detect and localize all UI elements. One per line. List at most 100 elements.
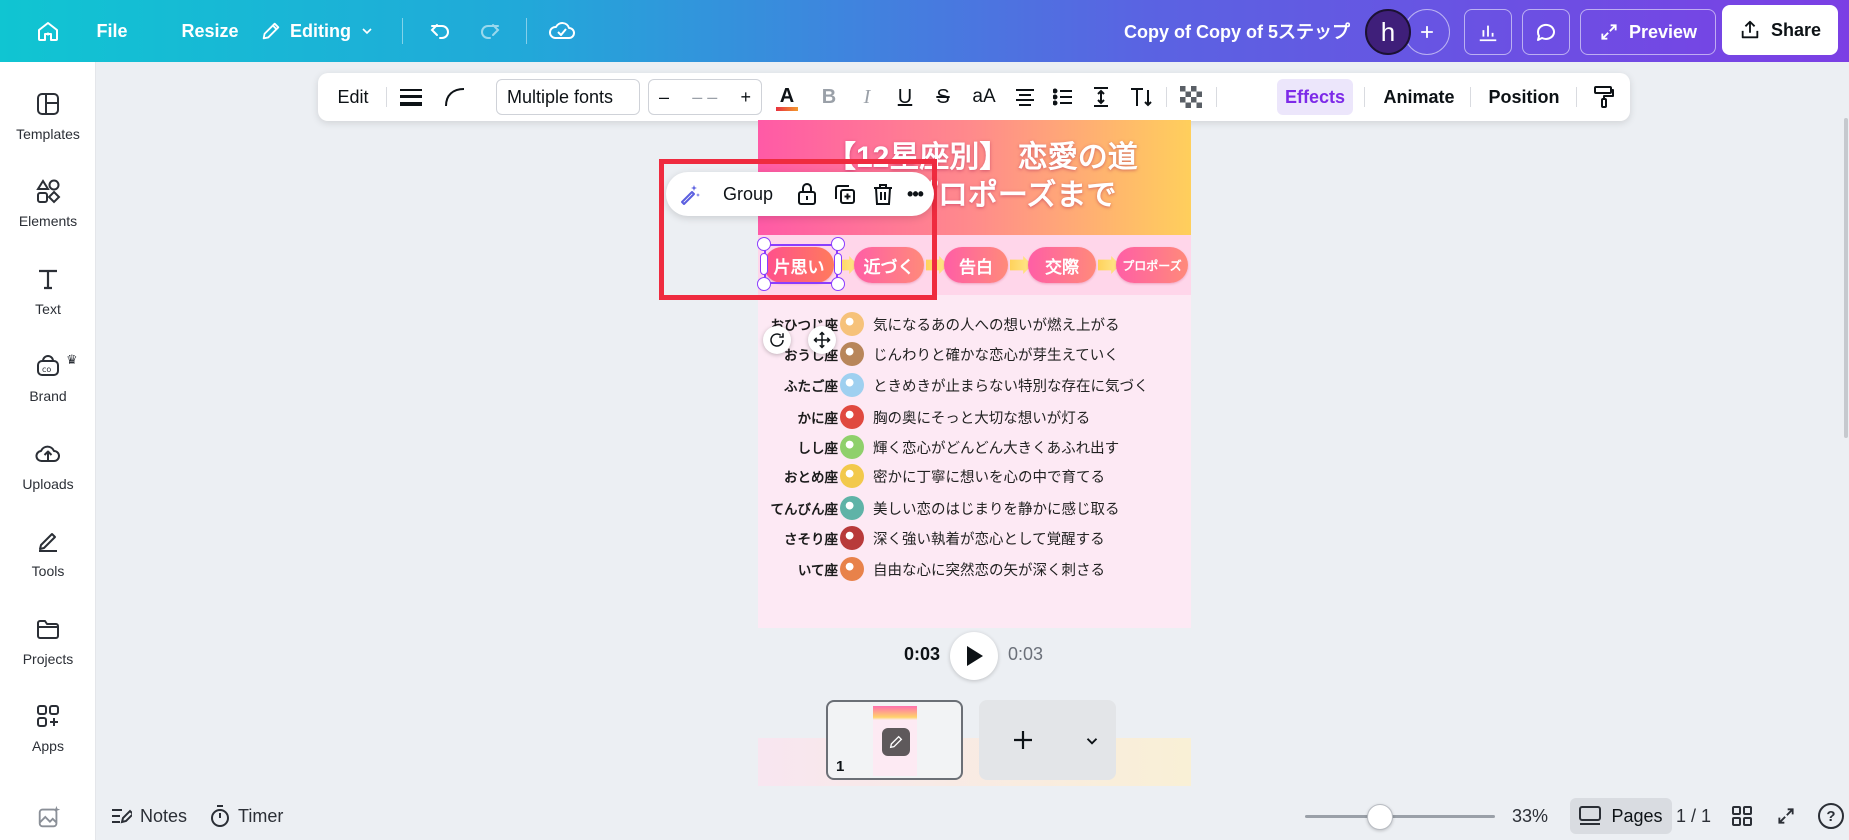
comments-button[interactable] xyxy=(1522,9,1570,55)
letter-case-button[interactable]: aA xyxy=(964,73,1004,121)
sidebar-item-tools[interactable]: Tools xyxy=(0,527,96,599)
resize-handle[interactable] xyxy=(757,237,771,251)
file-menu-button[interactable]: File xyxy=(84,11,140,51)
sidebar-item-templates[interactable]: Templates xyxy=(0,90,96,162)
canvas-scrollbar[interactable] xyxy=(1844,118,1848,438)
zoom-value[interactable]: 33% xyxy=(1512,800,1548,832)
timer-button[interactable]: Timer xyxy=(210,800,283,832)
resize-handle[interactable] xyxy=(831,237,845,251)
selection-box[interactable] xyxy=(764,244,838,284)
bold-button[interactable]: B xyxy=(812,73,846,121)
copy-style-button[interactable] xyxy=(1586,73,1622,121)
spacing-button[interactable] xyxy=(1084,73,1118,121)
edit-page-button[interactable] xyxy=(882,728,910,756)
zodiac-row[interactable]: ふたご座 ときめきが止まらない特別な存在に気づく xyxy=(758,371,1191,401)
transparency-button[interactable] xyxy=(1174,73,1208,121)
zodiac-sign-label[interactable]: かに座 xyxy=(758,407,839,427)
sidebar-item-projects[interactable]: Projects xyxy=(0,615,96,687)
chevron-down-icon[interactable] xyxy=(1083,732,1101,750)
side-handle[interactable] xyxy=(834,253,842,275)
zoom-slider-track[interactable] xyxy=(1305,815,1495,818)
zodiac-sign-label[interactable]: いて座 xyxy=(758,559,838,579)
zodiac-sign-label[interactable]: おとめ座 xyxy=(758,466,838,486)
redo-button[interactable] xyxy=(474,11,506,51)
avatar[interactable]: h xyxy=(1365,9,1411,55)
fullscreen-button[interactable] xyxy=(1776,800,1796,832)
zodiac-description[interactable]: 密かに丁寧に想いを心の中で育てる xyxy=(873,466,1105,487)
font-family-select[interactable]: Multiple fonts xyxy=(496,79,640,115)
sidebar-item-elements[interactable]: Elements xyxy=(0,177,96,249)
editing-mode-button[interactable]: Editing xyxy=(250,11,385,51)
sidebar-item-brand[interactable]: co Brand ♛ xyxy=(0,352,96,424)
duplicate-button[interactable] xyxy=(828,172,862,216)
line-weight-button[interactable] xyxy=(394,73,428,121)
notes-button[interactable]: Notes xyxy=(110,800,187,832)
page-thumbnail[interactable]: 1 xyxy=(826,700,963,780)
position-button[interactable]: Position xyxy=(1478,73,1570,121)
zodiac-row[interactable]: しし座 輝く恋心がどんどん大きくあふれ出す xyxy=(758,433,1191,463)
font-size-increase-button[interactable]: + xyxy=(740,87,751,108)
vertical-text-button[interactable] xyxy=(1124,73,1158,121)
zodiac-description[interactable]: 気になるあの人への想いが燃え上がる xyxy=(873,314,1120,335)
rotate-handle[interactable] xyxy=(763,326,791,354)
corner-rounding-button[interactable] xyxy=(438,73,472,121)
list-button[interactable] xyxy=(1046,73,1080,121)
zodiac-row[interactable]: かに座 胸の奥にそっと大切な想いが灯る xyxy=(758,403,1191,433)
font-size-value[interactable]: – – xyxy=(692,87,717,108)
text-color-button[interactable]: A xyxy=(770,73,804,121)
step-badge[interactable]: プロポーズ xyxy=(1116,247,1188,283)
zodiac-sign-label[interactable]: ふたご座 xyxy=(758,375,838,395)
zoom-slider-handle[interactable] xyxy=(1367,804,1393,830)
zodiac-description[interactable]: 美しい恋のはじまりを静かに感じ取る xyxy=(873,498,1120,519)
zodiac-row[interactable]: いて座 自由な心に突然恋の矢が深く刺さる xyxy=(758,555,1191,585)
save-status-button[interactable] xyxy=(544,11,580,51)
effects-button[interactable]: Effects xyxy=(1277,79,1353,115)
animate-button[interactable]: Animate xyxy=(1374,73,1464,121)
zodiac-row[interactable]: さそり座 深く強い執着が恋心として覚醒する xyxy=(758,524,1191,554)
step-badge[interactable]: 交際 xyxy=(1028,247,1096,283)
delete-button[interactable] xyxy=(866,172,900,216)
resize-handle[interactable] xyxy=(757,277,771,291)
resize-button[interactable]: Resize xyxy=(160,11,260,51)
italic-button[interactable]: I xyxy=(850,73,884,121)
undo-button[interactable] xyxy=(424,11,456,51)
zodiac-sign-label[interactable]: さそり座 xyxy=(758,528,838,548)
sidebar-item-text[interactable]: Text xyxy=(0,265,96,337)
lock-button[interactable] xyxy=(790,172,824,216)
more-options-button[interactable]: ••• xyxy=(898,172,932,216)
document-title[interactable]: Copy of Copy of 5ステップ xyxy=(1090,18,1350,44)
zodiac-description[interactable]: ときめきが止まらない特別な存在に気づく xyxy=(873,375,1149,396)
zodiac-sign-label[interactable]: しし座 xyxy=(758,437,839,457)
add-page-button[interactable] xyxy=(979,700,1116,780)
zodiac-description[interactable]: じんわりと確かな恋心が芽生えていく xyxy=(873,344,1119,365)
zodiac-description[interactable]: 自由な心に突然恋の矢が深く刺さる xyxy=(873,559,1105,580)
font-size-stepper[interactable]: – – – + xyxy=(648,79,762,115)
underline-button[interactable]: U xyxy=(888,73,922,121)
magic-write-button[interactable] xyxy=(672,172,708,216)
move-handle[interactable] xyxy=(808,326,836,354)
magic-media-icon[interactable] xyxy=(36,804,62,830)
pages-button[interactable]: Pages xyxy=(1570,798,1672,834)
zodiac-sign-label[interactable]: てんびん座 xyxy=(758,498,839,518)
help-button[interactable]: ? xyxy=(1818,803,1844,829)
share-button[interactable]: Share xyxy=(1722,5,1838,55)
step-badge[interactable]: 告白 xyxy=(944,247,1008,283)
font-size-decrease-button[interactable]: – xyxy=(659,87,669,108)
zodiac-description[interactable]: 輝く恋心がどんどん大きくあふれ出す xyxy=(873,437,1119,458)
zodiac-row[interactable]: てんびん座 美しい恋のはじまりを静かに感じ取る xyxy=(758,494,1191,524)
home-button[interactable] xyxy=(26,11,70,51)
sidebar-item-uploads[interactable]: Uploads xyxy=(0,440,96,512)
grid-view-button[interactable] xyxy=(1732,800,1752,832)
strikethrough-button[interactable]: S xyxy=(926,73,960,121)
play-button[interactable] xyxy=(950,632,998,680)
sidebar-item-apps[interactable]: Apps xyxy=(0,702,96,774)
preview-button[interactable]: Preview xyxy=(1580,9,1716,55)
zodiac-row[interactable]: おとめ座 密かに丁寧に想いを心の中で育てる xyxy=(758,462,1191,492)
zodiac-description[interactable]: 胸の奥にそっと大切な想いが灯る xyxy=(873,407,1090,428)
zodiac-description[interactable]: 深く強い執着が恋心として覚醒する xyxy=(873,528,1105,549)
analytics-button[interactable] xyxy=(1464,9,1512,55)
align-button[interactable] xyxy=(1008,73,1042,121)
resize-handle[interactable] xyxy=(831,277,845,291)
side-handle[interactable] xyxy=(760,253,768,275)
edit-button[interactable]: Edit xyxy=(328,73,378,121)
